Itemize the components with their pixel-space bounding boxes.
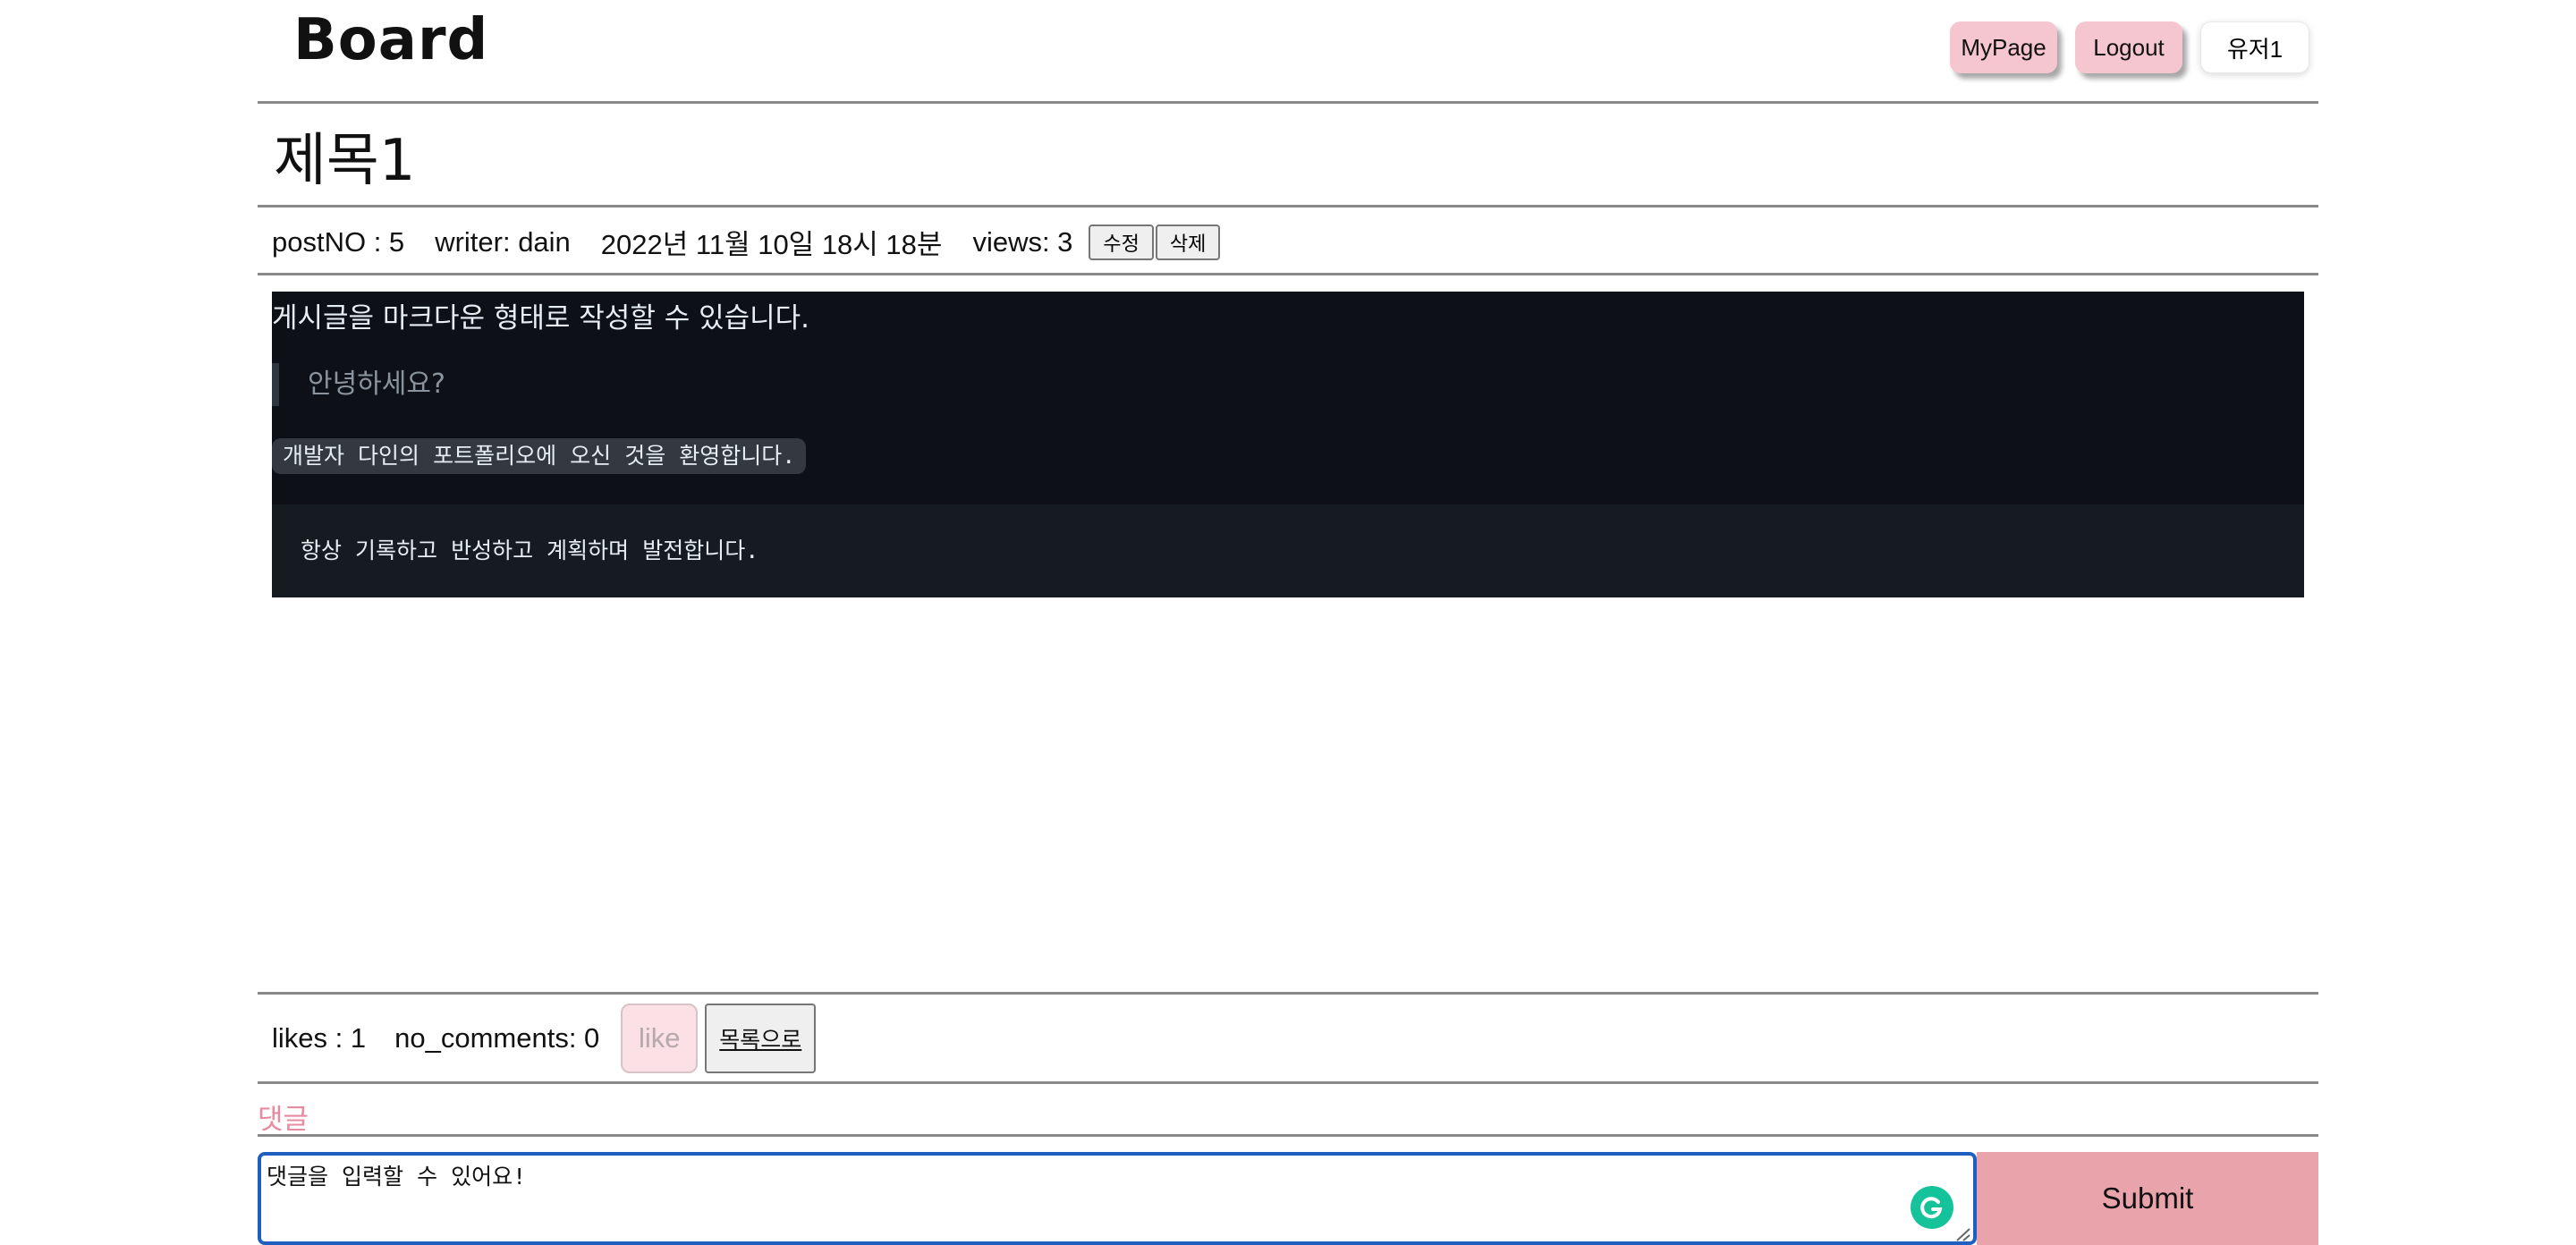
divider (258, 101, 2318, 104)
divider (258, 1081, 2318, 1084)
content-code-block: 항상 기록하고 반성하고 계획하며 발전합니다. (272, 504, 2304, 597)
comments-count: no_comments: 0 (394, 1022, 600, 1054)
post-date: 2022년 11월 10일 18시 18분 (600, 229, 943, 260)
user-button[interactable]: 유저1 (2200, 21, 2309, 73)
like-button[interactable]: like (621, 1004, 699, 1073)
post-title: 제목1 (274, 128, 416, 194)
comments-section-label: 댓글 (258, 1104, 309, 1136)
grammarly-g-icon (1920, 1197, 1943, 1219)
page-container: Board MyPage Logout 유저1 제목1 postNO : 5 w… (258, 0, 2318, 1245)
logout-button[interactable]: Logout (2075, 21, 2182, 73)
delete-button[interactable]: 삭제 (1155, 224, 1221, 260)
resize-handle-icon[interactable] (1953, 1227, 1971, 1241)
post-meta: postNO : 5 writer: dain 2022년 11월 10일 18… (272, 222, 1221, 262)
divider (258, 992, 2318, 995)
post-content: 게시글을 마크다운 형태로 작성할 수 있습니다. 안녕하세요? 개발자 다인의… (272, 292, 2304, 597)
brand-title[interactable]: Board (293, 7, 488, 73)
grammarly-icon[interactable] (1911, 1186, 1953, 1229)
content-paragraph: 게시글을 마크다운 형태로 작성할 수 있습니다. (272, 302, 810, 335)
divider (258, 205, 2318, 208)
back-to-list-button[interactable]: 목록으로 (705, 1004, 817, 1073)
content-inline-code: 개발자 다인의 포트폴리오에 오신 것을 환영합니다. (272, 438, 807, 474)
post-writer: writer: dain (435, 225, 571, 258)
mypage-button[interactable]: MyPage (1950, 21, 2057, 73)
edit-button[interactable]: 수정 (1089, 224, 1154, 260)
post-stats: likes : 1 no_comments: 0 like 목록으로 (272, 1004, 817, 1073)
post-views: views: 3 (972, 225, 1073, 258)
submit-comment-button[interactable]: Submit (1977, 1152, 2318, 1245)
post-number: postNO : 5 (272, 225, 405, 258)
top-nav: MyPage Logout 유저1 (1950, 21, 2309, 73)
comment-input[interactable]: 댓글을 입력할 수 있어요! (258, 1152, 1977, 1245)
content-blockquote: 안녕하세요? (272, 363, 445, 406)
divider (258, 273, 2318, 275)
likes-count: likes : 1 (272, 1022, 367, 1054)
divider (258, 1134, 2318, 1137)
